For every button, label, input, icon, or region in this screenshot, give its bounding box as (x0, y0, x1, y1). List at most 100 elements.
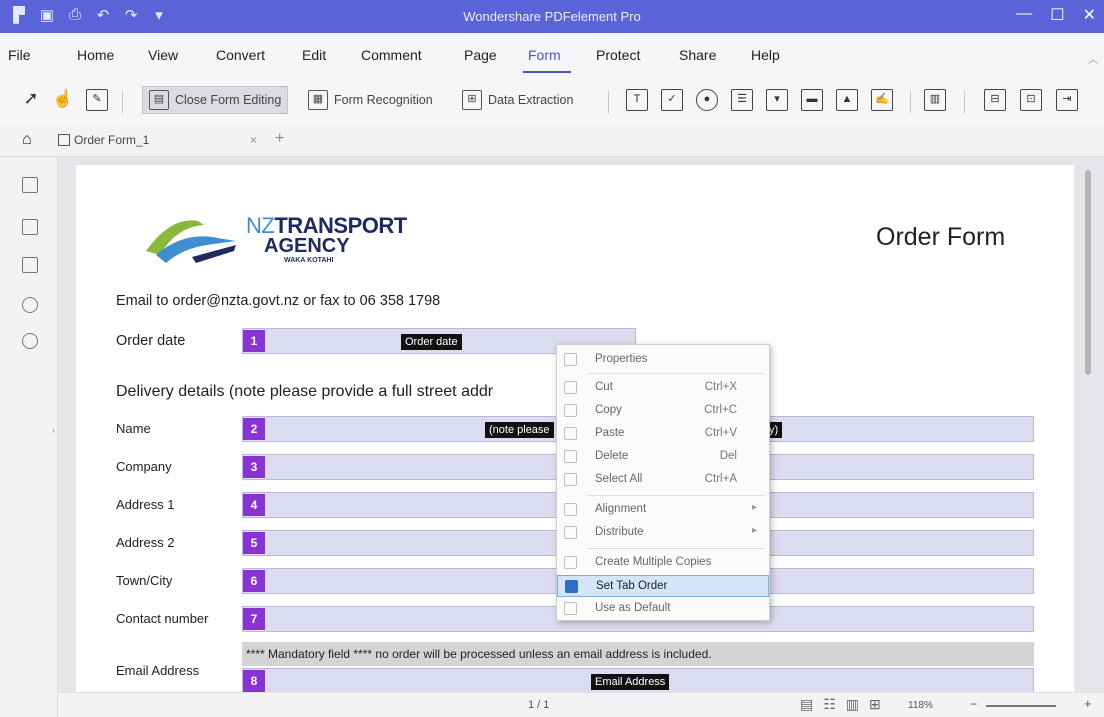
email-address-field[interactable]: 8 Email Address (242, 668, 1034, 692)
collapse-ribbon-icon[interactable]: ︿ (1088, 51, 1098, 66)
document-tab-label: Order Form_1 (74, 133, 150, 147)
window-title: Wondershare PDFelement Pro (463, 9, 641, 24)
tab-order-number: 6 (243, 570, 265, 592)
menu-page[interactable]: Page (464, 47, 497, 63)
tab-order-number: 3 (243, 456, 265, 478)
close-form-editing-label: Close Form Editing (175, 93, 282, 107)
hand-tool-icon[interactable]: ☝ (52, 89, 74, 111)
menu-protect[interactable]: Protect (596, 47, 640, 63)
menu-form[interactable]: Form (528, 47, 561, 63)
button-icon[interactable]: ▬ (801, 89, 823, 111)
close-tab-button[interactable]: × (250, 133, 257, 147)
text-field-icon[interactable]: T (626, 89, 648, 111)
combo-box-icon[interactable]: ▾ (766, 89, 788, 111)
vertical-scrollbar[interactable] (1085, 170, 1091, 375)
context-menu-item-use-as-default[interactable]: Use as Default (557, 598, 769, 620)
use-as-default-icon (564, 602, 577, 615)
tab-order-number: 4 (243, 494, 265, 516)
close-form-editing-icon: ▤ (149, 90, 169, 110)
field-name-tag: Order date (401, 334, 462, 350)
signature-icon[interactable]: ✍ (871, 89, 893, 111)
bookmarks-icon[interactable] (22, 219, 38, 235)
page-title: Order Form (876, 223, 1006, 251)
logo-mark-icon (146, 220, 236, 263)
menu-view[interactable]: View (148, 47, 178, 63)
menu-file[interactable]: File (8, 47, 31, 63)
menu-separator (587, 548, 765, 549)
zoom-slider[interactable] (986, 705, 1056, 707)
field-name-tag: Email Address (591, 674, 670, 690)
menu-share[interactable]: Share (679, 47, 716, 63)
menu-edit[interactable]: Edit (302, 47, 326, 63)
context-menu-item-select-all[interactable]: Select All Ctrl+A (557, 469, 769, 491)
single-page-view-icon[interactable]: ▤ (800, 696, 813, 713)
document-icon (58, 134, 70, 146)
delete-icon (564, 450, 577, 463)
search-icon[interactable] (22, 333, 38, 349)
form-data-icon[interactable]: ⊡ (1020, 89, 1042, 111)
tab-order-number: 8 (243, 670, 265, 692)
data-extraction-label: Data Extraction (488, 93, 574, 107)
document-tab-bar: ⌂ Order Form_1 × + (0, 125, 1104, 157)
multiple-copies-icon (564, 556, 577, 569)
form-toolbar: ➚ ☝ ✎ ▤ Close Form Editing ▦ Form Recogn… (0, 75, 1104, 125)
minimize-button[interactable]: — (1016, 5, 1032, 25)
delivery-details-heading: Delivery details (note please provide a … (116, 383, 494, 400)
context-menu-item-paste[interactable]: Paste Ctrl+V (557, 423, 769, 445)
context-menu-item-cut[interactable]: Cut Ctrl+X (557, 377, 769, 399)
zoom-out-button[interactable]: − (970, 697, 977, 711)
data-extraction-button[interactable]: ⊞ Data Extraction (462, 86, 573, 114)
checkbox-icon[interactable]: ✓ (661, 89, 683, 111)
nzta-logo: NZTRANSPORT AGENCY WAKA KOTAHI (136, 211, 407, 271)
context-menu-item-alignment[interactable]: Alignment ▸ (557, 499, 769, 521)
paste-icon (564, 427, 577, 440)
grid-view-icon[interactable]: ⊞ (869, 696, 881, 713)
align-icon[interactable]: ⊟ (984, 89, 1006, 111)
maximize-button[interactable]: ☐ (1050, 5, 1064, 25)
page-indicator[interactable]: 1 / 1 (528, 699, 549, 711)
town-city-label: Town/City (116, 573, 173, 588)
image-field-icon[interactable]: ▲ (836, 89, 858, 111)
select-cursor-icon[interactable]: ➚ (20, 89, 42, 111)
continuous-view-icon[interactable]: ☷ (823, 696, 836, 713)
radio-button-icon[interactable]: ● (696, 89, 718, 111)
edit-tool-icon[interactable]: ✎ (86, 89, 108, 111)
form-recognition-button[interactable]: ▦ Form Recognition (308, 86, 433, 114)
menu-comment[interactable]: Comment (361, 47, 422, 63)
two-page-view-icon[interactable]: ▥ (846, 696, 859, 713)
expand-sidebar-icon[interactable]: › (52, 425, 55, 435)
barcode-icon[interactable]: ▥ (924, 89, 946, 111)
context-menu-item-properties[interactable]: Properties (557, 349, 769, 371)
context-menu-item-create-multiple-copies[interactable]: Create Multiple Copies (557, 552, 769, 574)
menu-separator (587, 495, 765, 496)
tab-order-number: 1 (243, 330, 265, 352)
logo-agency: AGENCY (264, 235, 350, 257)
tab-order-number: 5 (243, 532, 265, 554)
address-1-label: Address 1 (116, 497, 175, 512)
menu-help[interactable]: Help (751, 47, 780, 63)
new-tab-button[interactable]: + (275, 130, 284, 148)
alignment-icon (564, 503, 577, 516)
export-icon[interactable]: ⇥ (1056, 89, 1078, 111)
home-icon[interactable]: ⌂ (22, 131, 32, 149)
close-form-editing-button[interactable]: ▤ Close Form Editing (142, 86, 289, 114)
context-menu-item-distribute[interactable]: Distribute ▸ (557, 522, 769, 544)
menu-separator (587, 373, 765, 374)
tab-order-number: 2 (243, 418, 265, 440)
context-menu-item-set-tab-order[interactable]: Set Tab Order (557, 575, 769, 597)
comments-icon[interactable] (22, 257, 38, 273)
menu-home[interactable]: Home (77, 47, 114, 63)
thumbnails-icon[interactable] (22, 177, 38, 193)
close-window-button[interactable]: ✕ (1083, 5, 1096, 25)
form-recognition-icon: ▦ (308, 90, 328, 110)
toolbar-divider (608, 91, 609, 113)
zoom-level[interactable]: 118% (908, 700, 933, 711)
window-controls: — ☐ ✕ (1016, 5, 1096, 25)
list-box-icon[interactable]: ☰ (731, 89, 753, 111)
menu-convert[interactable]: Convert (216, 47, 265, 63)
document-tab[interactable]: Order Form_1 (58, 133, 149, 147)
attachments-icon[interactable] (22, 297, 38, 313)
context-menu-item-delete[interactable]: Delete Del (557, 446, 769, 468)
context-menu-item-copy[interactable]: Copy Ctrl+C (557, 400, 769, 422)
zoom-in-button[interactable]: + (1084, 696, 1092, 711)
